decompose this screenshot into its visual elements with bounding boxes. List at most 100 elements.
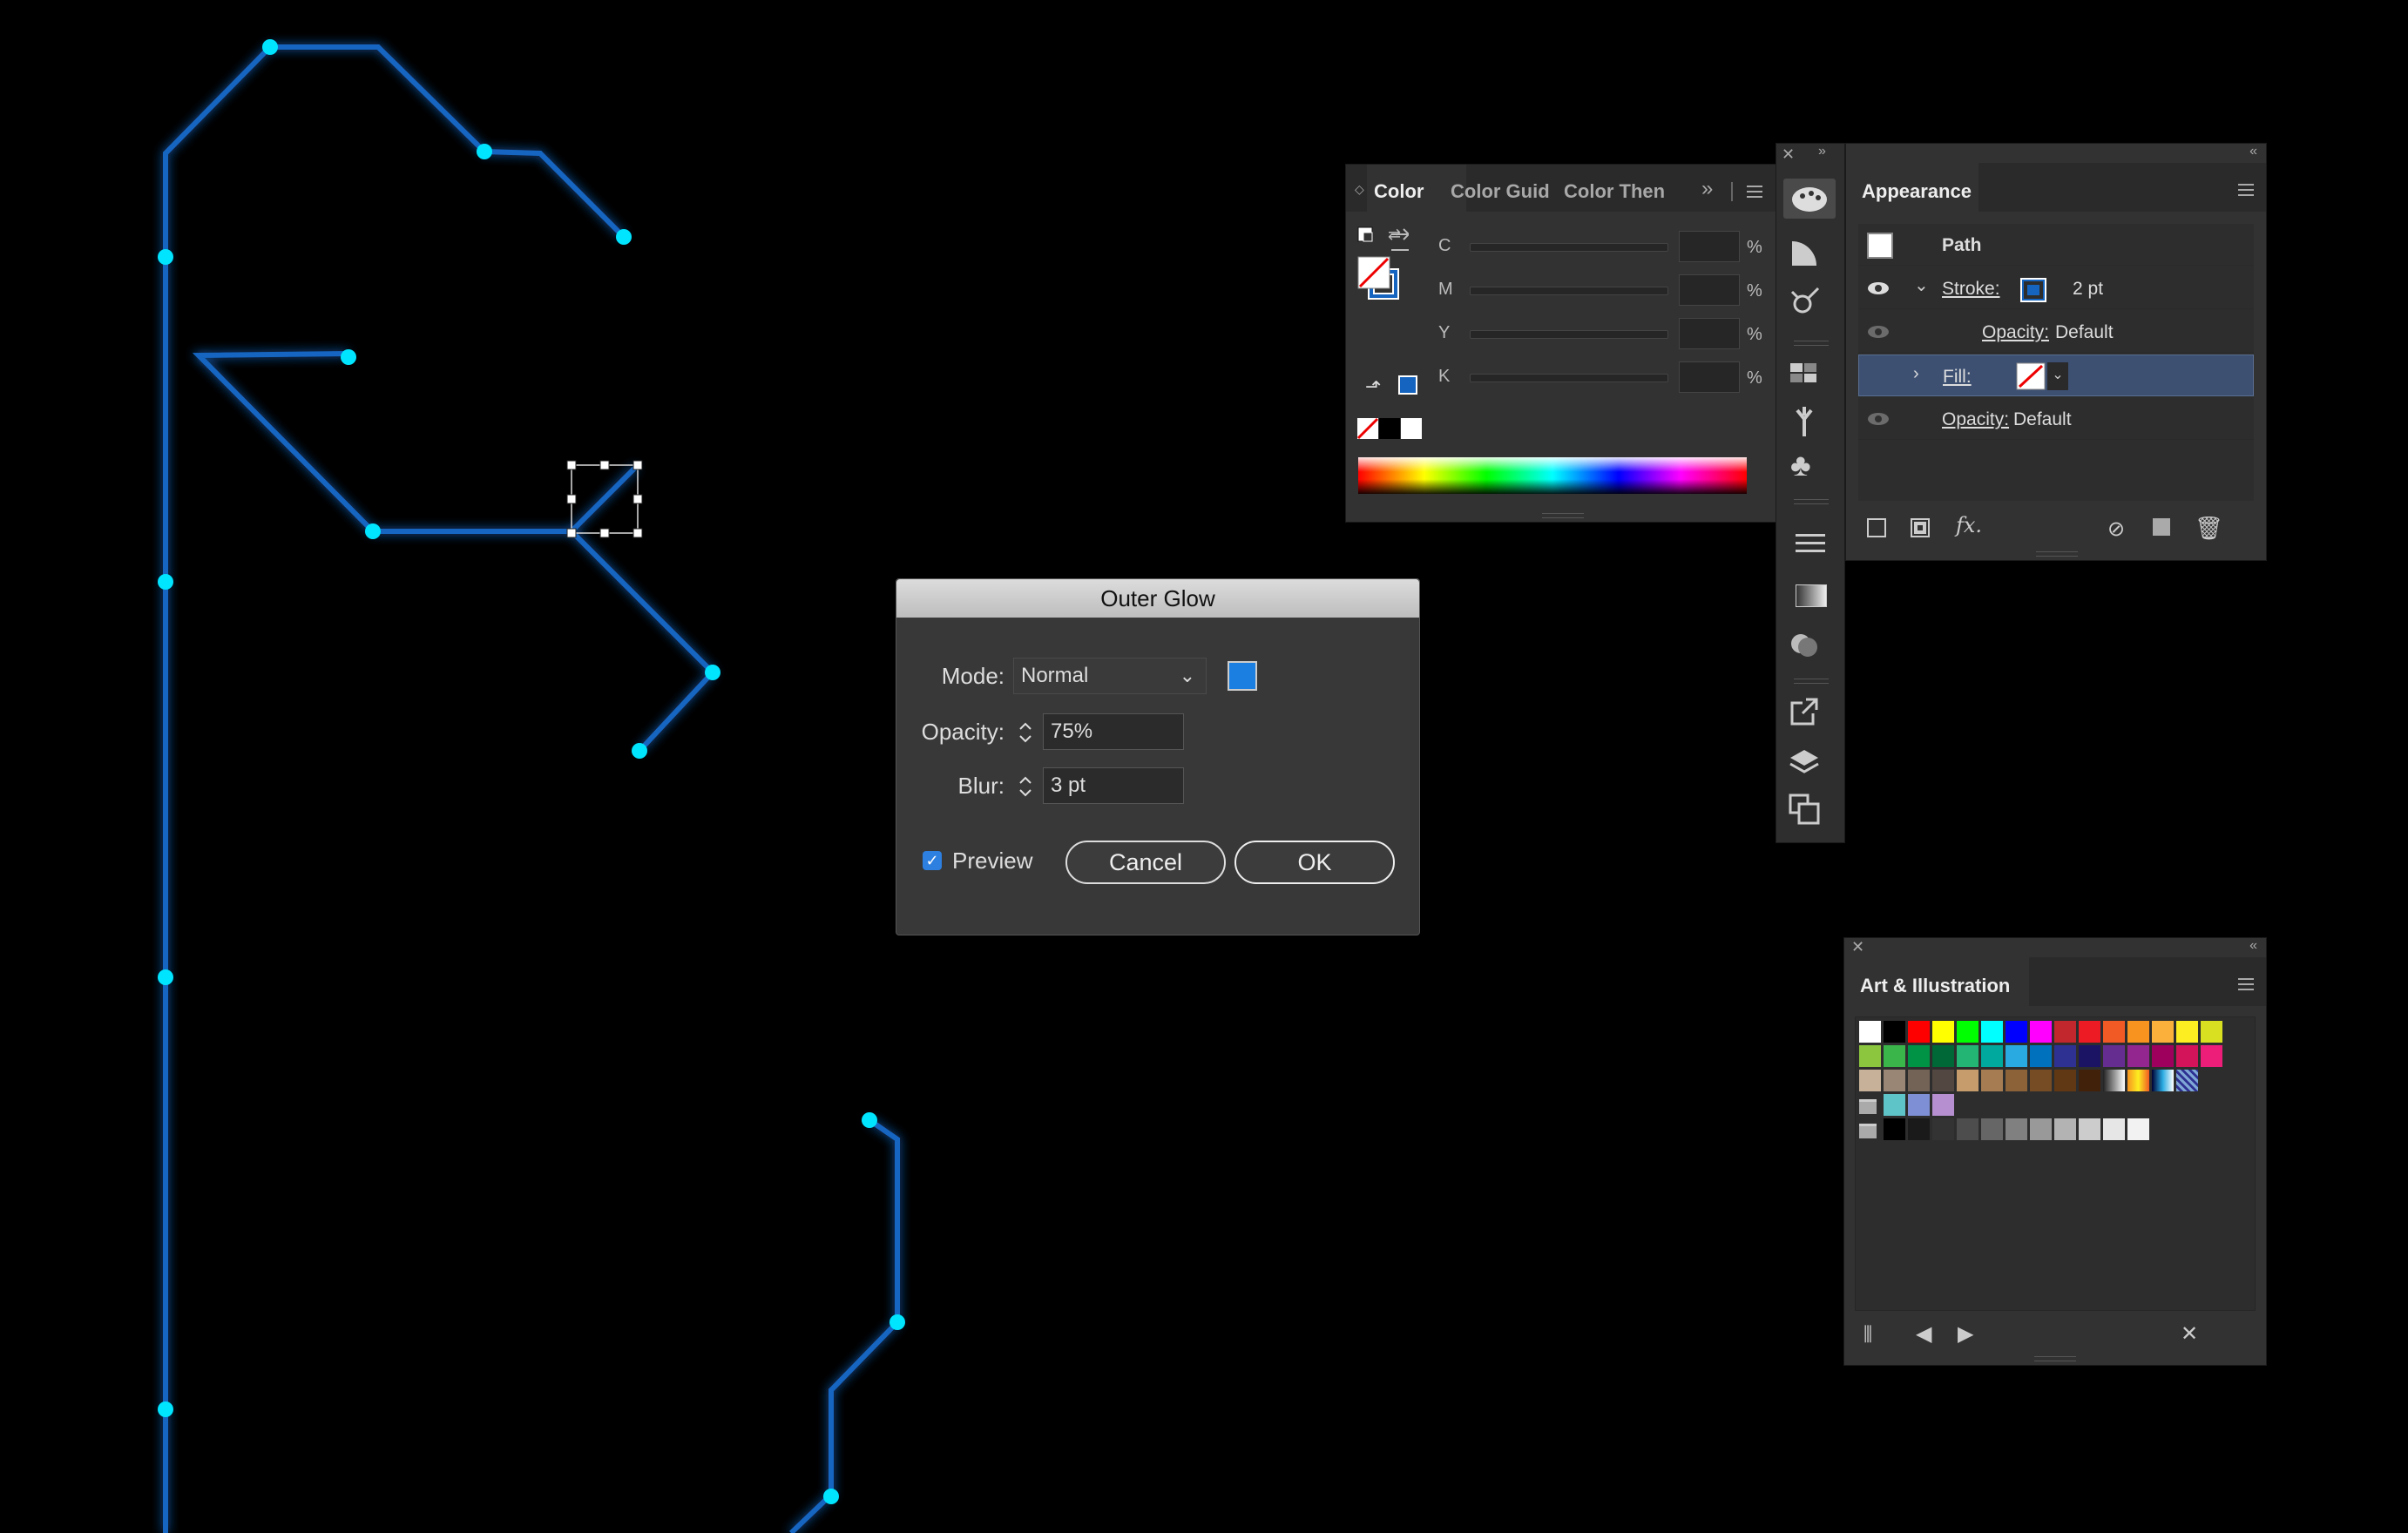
color-swatch[interactable]	[2176, 1021, 2198, 1043]
add-stroke-icon[interactable]	[1867, 518, 1886, 537]
chevron-right-icon[interactable]: ›	[1913, 364, 1919, 384]
color-swatch[interactable]	[2054, 1118, 2076, 1140]
collapse-arrows-icon[interactable]: «	[2249, 144, 2257, 159]
color-swatch[interactable]	[2006, 1070, 2027, 1091]
resize-grip[interactable]	[2034, 1356, 2076, 1361]
panel-menu-icon[interactable]	[2238, 184, 2254, 196]
channel-k-slider[interactable]	[1470, 374, 1668, 382]
opacity-input[interactable]: 75%	[1043, 713, 1184, 750]
color-swatch[interactable]	[1981, 1045, 2003, 1067]
tab-color[interactable]: Color	[1374, 180, 1424, 203]
color-swatch[interactable]	[2152, 1070, 2174, 1091]
stroke-weight[interactable]: 2 pt	[2073, 279, 2103, 300]
channel-k-input[interactable]	[1679, 361, 1740, 393]
gradient-icon[interactable]	[1796, 584, 1827, 607]
collapse-arrows-icon[interactable]: «	[2249, 938, 2257, 954]
object-row[interactable]: Path	[1858, 224, 2254, 266]
color-swatch[interactable]	[1981, 1118, 2003, 1140]
mode-select[interactable]: Normal ⌄	[1013, 658, 1207, 694]
color-swatch[interactable]	[2152, 1021, 2174, 1043]
fill-row[interactable]: › Fill: ⌄	[1858, 355, 2254, 396]
preview-checkbox[interactable]: ✓	[923, 851, 942, 870]
swap-arrows-icon[interactable]: ⇄	[1388, 226, 1401, 244]
artboards-icon[interactable]	[1787, 792, 1822, 827]
color-swatch[interactable]	[2030, 1070, 2052, 1091]
transparency-icon[interactable]	[1787, 626, 1822, 661]
color-swatch[interactable]	[2054, 1021, 2076, 1043]
color-swatch[interactable]	[2079, 1070, 2100, 1091]
fill-label[interactable]: Fill:	[1943, 367, 1972, 388]
tab-color-guide[interactable]: Color Guid	[1451, 180, 1550, 203]
stroke-opacity-row[interactable]: Opacity: Default	[1858, 311, 2254, 353]
color-swatch[interactable]	[2127, 1045, 2149, 1067]
unlink-icon[interactable]: ✕	[2181, 1321, 2198, 1347]
color-swatch[interactable]	[2103, 1045, 2125, 1067]
add-effect-icon[interactable]: fx.	[1956, 513, 1982, 537]
swatch-libraries-icon[interactable]: ⫼	[1863, 1323, 1872, 1346]
close-icon[interactable]: ✕	[1782, 145, 1795, 164]
color-swatch[interactable]	[2079, 1021, 2100, 1043]
color-swatch[interactable]	[1932, 1094, 1954, 1116]
color-swatch[interactable]	[1932, 1045, 1954, 1067]
color-swatch[interactable]	[1884, 1118, 1905, 1140]
color-swatch[interactable]	[1957, 1021, 1978, 1043]
panel-menu-icon[interactable]	[2238, 978, 2254, 990]
color-swatch[interactable]	[1908, 1045, 1930, 1067]
color-swatch[interactable]	[2127, 1021, 2149, 1043]
color-swatch[interactable]	[2030, 1021, 2052, 1043]
channel-c-input[interactable]	[1679, 231, 1740, 262]
none-black-white-swatches[interactable]	[1356, 417, 1426, 442]
opacity-label[interactable]: Opacity:	[1942, 409, 2009, 430]
glow-color-swatch[interactable]	[1228, 661, 1257, 691]
color-themes-icon[interactable]	[1787, 285, 1822, 320]
fill-dropdown-icon[interactable]: ⌄	[2047, 362, 2068, 390]
color-swatch[interactable]	[1859, 1021, 1881, 1043]
color-swatch[interactable]	[1932, 1118, 1954, 1140]
color-swatch[interactable]	[1932, 1021, 1954, 1043]
delete-trash-icon[interactable]: 🗑	[2195, 515, 2223, 542]
color-swatch[interactable]	[1884, 1070, 1905, 1091]
cancel-button[interactable]: Cancel	[1065, 841, 1226, 884]
channel-y-slider[interactable]	[1470, 330, 1668, 339]
resize-grip[interactable]	[1542, 513, 1584, 518]
color-swatch[interactable]	[1859, 1070, 1881, 1091]
color-swatch[interactable]	[1884, 1094, 1905, 1116]
channel-y-input[interactable]	[1679, 318, 1740, 349]
out-of-gamut-icon[interactable]: ⬏	[1365, 375, 1381, 398]
visibility-eye-icon[interactable]	[1867, 410, 1890, 428]
color-swatch[interactable]	[2103, 1118, 2125, 1140]
color-swatch[interactable]	[2176, 1070, 2198, 1091]
swatches-icon[interactable]	[1787, 356, 1822, 391]
next-library-icon[interactable]: ▶	[1958, 1321, 1973, 1347]
last-color-swatch[interactable]	[1398, 375, 1417, 395]
stroke-row[interactable]: ⌄ Stroke: 2 pt	[1858, 267, 2254, 309]
color-swatch[interactable]	[2127, 1070, 2149, 1091]
preview-label[interactable]: Preview	[952, 848, 1032, 875]
color-swatch[interactable]	[2201, 1021, 2222, 1043]
color-swatch[interactable]	[1908, 1021, 1930, 1043]
color-swatch[interactable]	[1859, 1045, 1881, 1067]
color-swatch[interactable]	[2103, 1021, 2125, 1043]
swatch-group-folder-icon[interactable]	[1859, 1124, 1877, 1138]
channel-m-input[interactable]	[1679, 274, 1740, 306]
color-swatch[interactable]	[2079, 1045, 2100, 1067]
duplicate-item-icon[interactable]	[2153, 518, 2170, 536]
color-guide-icon[interactable]	[1787, 236, 1822, 271]
color-swatch[interactable]	[2079, 1118, 2100, 1140]
visibility-eye-icon[interactable]	[1867, 323, 1890, 341]
panel-menu-icon[interactable]	[1747, 186, 1762, 198]
collapse-arrows-icon[interactable]: ◇	[1355, 182, 1364, 197]
export-icon[interactable]	[1787, 694, 1822, 729]
color-swatch[interactable]	[2201, 1045, 2222, 1067]
ok-button[interactable]: OK	[1234, 841, 1395, 884]
add-fill-icon[interactable]	[1911, 518, 1930, 537]
swatch-group-folder-icon[interactable]	[1859, 1099, 1877, 1114]
chevron-down-icon[interactable]: ⌄	[1914, 274, 1929, 296]
color-swatch[interactable]	[2152, 1045, 2174, 1067]
color-swatch[interactable]	[1981, 1021, 2003, 1043]
channel-c-slider[interactable]	[1470, 243, 1668, 252]
color-swatch[interactable]	[1957, 1045, 1978, 1067]
opacity-stepper[interactable]	[1015, 715, 1036, 750]
color-swatch[interactable]	[2054, 1045, 2076, 1067]
blur-input[interactable]: 3 pt	[1043, 767, 1184, 804]
